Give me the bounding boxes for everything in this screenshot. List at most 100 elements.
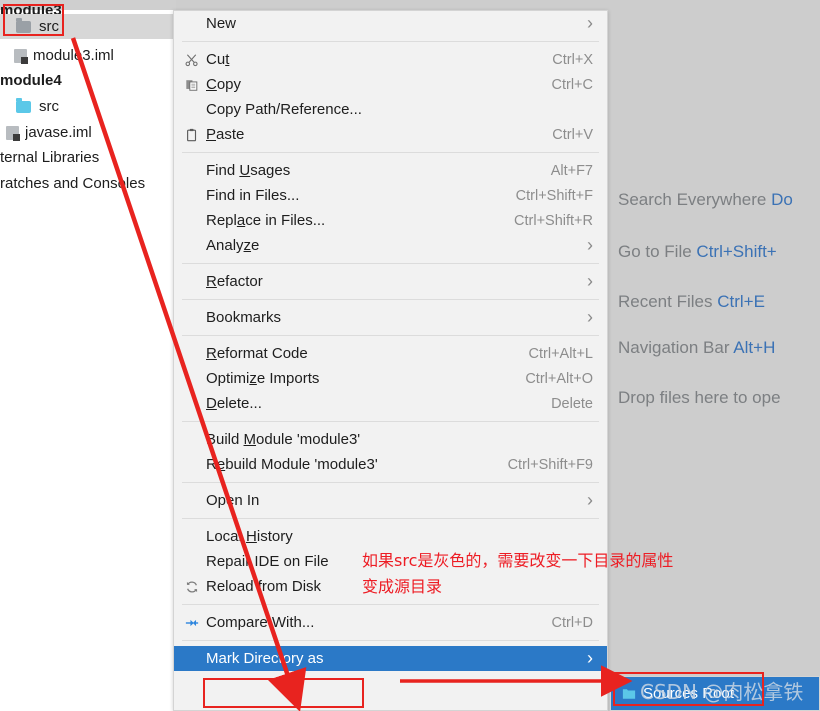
menu-separator	[182, 299, 599, 300]
menu-item-label: Delete...	[206, 395, 262, 412]
menu-item-icon-slot	[182, 494, 202, 508]
menu-item-label: Find Usages	[206, 162, 291, 179]
menu-separator	[182, 604, 599, 605]
menu-item-icon-slot	[182, 17, 202, 31]
menu-item-paste[interactable]: Paste Ctrl+V	[174, 122, 607, 147]
editor-hint-text: Search Everywhere	[618, 190, 772, 209]
editor-hint-text: Go to File	[618, 242, 697, 261]
menu-item-label: Analyze	[206, 237, 260, 254]
menu-item-icon-slot	[182, 53, 202, 67]
editor-hint-2: Recent Files Ctrl+E	[618, 292, 765, 312]
chevron-right-icon: ›	[587, 235, 593, 255]
menu-item-rebuild-module-module3[interactable]: Rebuild Module 'module3' Ctrl+Shift+F9	[174, 452, 607, 477]
tree-item-label: module3.iml	[33, 47, 114, 64]
menu-item-optimize-imports[interactable]: Optimize Imports Ctrl+Alt+O	[174, 366, 607, 391]
editor-hint-1: Go to File Ctrl+Shift+	[618, 242, 777, 262]
menu-item-icon-slot	[182, 652, 202, 666]
editor-hint-0: Search Everywhere Do	[618, 190, 793, 210]
menu-item-icon-slot	[182, 433, 202, 447]
menu-item-shortcut: Ctrl+Alt+O	[525, 370, 593, 387]
tree-item-module3-iml[interactable]: module3.iml	[0, 43, 176, 68]
menu-item-icon-slot	[182, 397, 202, 411]
menu-separator	[182, 263, 599, 264]
menu-item-mark-directory-as[interactable]: Mark Directory as ›	[174, 646, 607, 671]
menu-item-refactor[interactable]: Refactor ›	[174, 269, 607, 294]
menu-item-icon-slot	[182, 458, 202, 472]
chevron-right-icon: ›	[587, 307, 593, 327]
no-icon	[185, 458, 199, 472]
menu-item-copy[interactable]: Copy Ctrl+C	[174, 72, 607, 97]
no-icon	[185, 372, 199, 386]
menu-item-label: Copy Path/Reference...	[206, 101, 362, 118]
tree-item-label: module4	[0, 72, 62, 89]
no-icon	[185, 397, 199, 411]
editor-empty-area: Search Everywhere Do Go to File Ctrl+Shif…	[608, 0, 820, 711]
menu-item-label: Build Module 'module3'	[206, 431, 361, 448]
no-icon	[185, 652, 199, 666]
tree-item-label: src	[39, 98, 59, 115]
menu-item-copy-path-reference[interactable]: Copy Path/Reference...	[174, 97, 607, 122]
menu-item-label: New	[206, 15, 237, 32]
editor-hint-text: Recent Files	[618, 292, 718, 311]
no-icon	[185, 189, 199, 203]
compare-icon	[185, 616, 199, 630]
menu-item-label: Copy	[206, 76, 242, 93]
chevron-right-icon: ›	[587, 648, 593, 668]
menu-item-bookmarks[interactable]: Bookmarks ›	[174, 305, 607, 330]
menu-item-compare-with[interactable]: Compare With... Ctrl+D	[174, 610, 607, 635]
tree-item-label: javase.iml	[25, 124, 92, 141]
menu-separator	[182, 640, 599, 641]
editor-hint-text: Drop files here to ope	[618, 388, 781, 407]
copy-icon	[185, 78, 199, 92]
menu-item-reformat-code[interactable]: Reformat Code Ctrl+Alt+L	[174, 341, 607, 366]
tree-item-javase-iml[interactable]: javase.iml	[0, 120, 176, 145]
menu-item-shortcut: Ctrl+D	[551, 614, 594, 631]
menu-item-shortcut: Ctrl+V	[552, 126, 593, 143]
editor-hint-text: Navigation Bar	[618, 338, 734, 357]
menu-separator	[182, 518, 599, 519]
menu-item-icon-slot	[182, 311, 202, 325]
menu-item-label: Bookmarks	[206, 309, 282, 326]
menu-item-icon-slot	[182, 347, 202, 361]
menu-separator	[182, 152, 599, 153]
no-icon	[185, 103, 199, 117]
iml-file-icon	[6, 125, 20, 141]
menu-separator	[182, 482, 599, 483]
chevron-right-icon: ›	[587, 13, 593, 33]
context-menu[interactable]: New › Cut Ctrl+X Copy Ctrl+C Copy Path/Referen…	[173, 10, 608, 711]
tree-item-ratches-and-consoles[interactable]: ratches and Consoles	[0, 171, 176, 196]
annotation-box-sources-root	[613, 672, 764, 706]
tree-item-src[interactable]: src	[0, 94, 176, 119]
menu-separator	[182, 335, 599, 336]
menu-item-icon-slot	[182, 555, 202, 569]
tree-item-ternal-libraries[interactable]: ternal Libraries	[0, 145, 176, 170]
menu-item-open-in[interactable]: Open In ›	[174, 488, 607, 513]
editor-hint-3: Navigation Bar Alt+H	[618, 338, 775, 358]
menu-item-local-history[interactable]: Local History	[174, 524, 607, 549]
menu-item-find-in-files[interactable]: Find in Files... Ctrl+Shift+F	[174, 183, 607, 208]
no-icon	[185, 275, 199, 289]
tree-item-label: ratches and Consoles	[0, 175, 146, 192]
menu-item-analyze[interactable]: Analyze ›	[174, 233, 607, 258]
menu-item-find-usages[interactable]: Find Usages Alt+F7	[174, 158, 607, 183]
no-icon	[185, 214, 199, 228]
menu-item-icon-slot	[182, 275, 202, 289]
menu-item-icon-slot	[182, 616, 202, 630]
menu-item-icon-slot	[182, 164, 202, 178]
menu-item-cut[interactable]: Cut Ctrl+X	[174, 47, 607, 72]
menu-item-label: Compare With...	[206, 614, 315, 631]
no-icon	[185, 494, 199, 508]
editor-hint-shortcut: Ctrl+E	[717, 292, 765, 311]
menu-item-icon-slot	[182, 239, 202, 253]
scissors-icon	[185, 53, 199, 67]
tree-item-module4[interactable]: module4	[0, 68, 176, 93]
menu-item-replace-in-files[interactable]: Replace in Files... Ctrl+Shift+R	[174, 208, 607, 233]
menu-item-build-module-module3[interactable]: Build Module 'module3'	[174, 427, 607, 452]
menu-item-label: Mark Directory as	[206, 650, 324, 667]
menu-item-shortcut: Ctrl+Shift+R	[514, 212, 593, 229]
menu-item-new[interactable]: New ›	[174, 11, 607, 36]
annotation-box-mark-directory	[203, 678, 364, 708]
tree-item-label: ternal Libraries	[0, 149, 100, 166]
menu-item-label: Paste	[206, 126, 245, 143]
menu-item-delete[interactable]: Delete... Delete	[174, 391, 607, 416]
